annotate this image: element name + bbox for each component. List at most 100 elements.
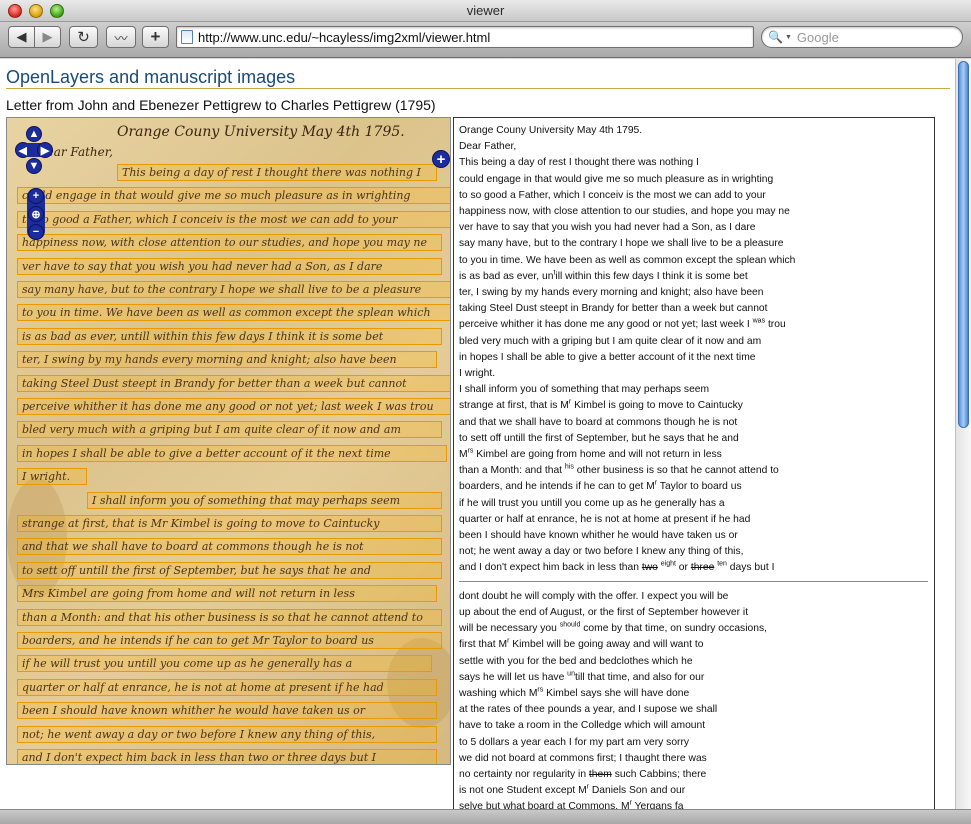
status-bar (0, 809, 971, 824)
line-text: first that M (459, 639, 508, 651)
manuscript-line[interactable]: to so good a Father, which I conceiv is … (17, 210, 450, 228)
reload-button[interactable]: ↻ (69, 26, 98, 48)
manuscript-line[interactable]: strange at first, that is Mr Kimbel is g… (17, 515, 442, 532)
manuscript-line[interactable]: not; he went away a day or two before I … (17, 725, 437, 743)
line-text: we did not board at commons first; I tha… (459, 752, 707, 764)
manuscript-line[interactable]: ter, I swing by my hands every morning a… (17, 351, 437, 369)
line-text: quarter or half at enrance, he is not at… (459, 513, 751, 525)
manuscript-line[interactable]: I wright. (17, 468, 87, 486)
line-text: in hopes I shall be able to give a bette… (459, 351, 756, 363)
deleted-text: two (641, 562, 658, 574)
page-break-divider (459, 580, 928, 582)
manuscript-line[interactable]: quarter or half at enrance, he is not at… (17, 678, 437, 696)
line-text: to 5 dollars a year each I for my part a… (459, 736, 690, 748)
vertical-scrollbar[interactable] (955, 59, 971, 809)
line-text: been I should have known whither he woul… (459, 530, 738, 542)
line-text: could engage in that would give me so mu… (459, 173, 774, 185)
zoom-world-button[interactable]: ⊕ (28, 206, 44, 222)
layer-switcher-button[interactable]: + (432, 150, 450, 168)
manuscript-line[interactable]: happiness now, with close attention to o… (17, 234, 442, 252)
scrollbar-thumb[interactable] (958, 61, 969, 428)
zoom-in-button[interactable]: + (28, 188, 44, 204)
line-text: taking Steel Dust steept in Brandy for b… (459, 303, 768, 315)
manuscript-line[interactable]: than a Month: and that his other busines… (17, 608, 442, 626)
manuscript-line[interactable]: and I don't expect him back in less than… (17, 749, 437, 764)
transcription-line: no certainty nor regularity in them such… (459, 767, 934, 783)
transcription-line: boarders, and he intends if he can to ge… (459, 479, 934, 495)
transcription-line: to you in time. We have been as well as … (459, 253, 934, 269)
transcription-line: This being a day of rest I thought there… (459, 155, 934, 171)
manuscript-line[interactable]: is as bad as ever, untill within this fe… (17, 327, 442, 345)
transcription-line: have to take a room in the Colledge whic… (459, 718, 934, 734)
pan-up-button[interactable]: ▲ (26, 126, 42, 142)
manuscript-map[interactable]: Orange Couny University May 4th 1795. De… (6, 117, 451, 765)
manuscript-line[interactable]: boarders, and he intends if he can to ge… (17, 632, 442, 649)
address-url: http://www.unc.edu/~hcayless/img2xml/vie… (198, 29, 491, 45)
line-text: days but I (726, 562, 775, 574)
manuscript-line[interactable]: I shall inform you of something that may… (87, 491, 442, 509)
back-button[interactable]: ◀ (8, 26, 35, 48)
line-text: boarders, and he intends if he can to ge… (459, 481, 655, 493)
pan-zoom-control: ▲ ◀ ▶ ▼ + ⊕ − (15, 126, 55, 240)
manuscript-line[interactable]: Mrs Kimbel are going from home and will … (17, 585, 437, 603)
search-field[interactable]: 🔍 ▼ Google (761, 26, 963, 48)
transcription-panel: Orange Couny University May 4th 1795. Dea… (453, 117, 935, 809)
transcription-line: first that Mr Kimbel will be going away … (459, 637, 934, 653)
pan-right-button[interactable]: ▶ (37, 142, 53, 158)
manuscript-line[interactable]: been I should have known whither he woul… (17, 702, 437, 720)
line-text: have to take a room in the Colledge whic… (459, 720, 706, 732)
line-text: to so good a Father, which I conceiv is … (459, 189, 766, 201)
transcription-line: strange at first, that is Mr Kimbel is g… (459, 398, 934, 414)
transcription-line: will be necessary you should come by tha… (459, 621, 934, 637)
manuscript-line[interactable]: to sett off untill the first of Septembe… (17, 561, 442, 579)
pan-down-button[interactable]: ▼ (26, 158, 42, 174)
line-text: if he will trust you untill you come up … (459, 497, 725, 509)
address-bar[interactable]: http://www.unc.edu/~hcayless/img2xml/vie… (176, 26, 754, 48)
line-text: come by that time, on sundry occasions, (580, 623, 767, 635)
zoom-in-plus-icon: + (32, 190, 40, 202)
manuscript-line[interactable]: bled very much with a griping but I am q… (17, 421, 442, 439)
line-text: perceive whither it has done me any good… (459, 319, 753, 331)
transcription-line: ter, I swing by my hands every morning a… (459, 285, 934, 301)
pan-up-arrow-icon: ▲ (28, 128, 40, 140)
line-text: Dear Father, (459, 141, 517, 153)
manuscript-line[interactable]: taking Steel Dust steept in Brandy for b… (17, 374, 450, 392)
line-text: ter, I swing by my hands every morning a… (459, 287, 764, 299)
line-text: to sett off untill the first of Septembe… (459, 432, 739, 444)
line-text: such Cabbins; there (611, 768, 707, 780)
zoom-out-button[interactable]: − (28, 224, 44, 240)
line-text: M (459, 449, 468, 461)
manuscript-line[interactable]: This being a day of rest I thought there… (117, 164, 437, 181)
manuscript-line[interactable]: ver have to say that you wish you had ne… (17, 257, 442, 275)
manuscript-line[interactable]: could engage in that would give me so mu… (17, 187, 450, 205)
transcription-line: to 5 dollars a year each I for my part a… (459, 735, 934, 751)
window-title: viewer (466, 3, 505, 18)
manuscript-line[interactable]: and that we shall have to board at commo… (17, 538, 442, 556)
line-text: no certainty nor regularity in (459, 768, 589, 780)
pan-down-arrow-icon: ▼ (28, 160, 40, 172)
transcription-line: Orange Couny University May 4th 1795. (459, 123, 934, 139)
add-bookmark-button[interactable]: + (142, 26, 169, 48)
line-text: Kimbel says she will have done (543, 687, 690, 699)
page-subtitle: Letter from John and Ebenezer Pettigrew … (6, 97, 436, 113)
transcription-line: quarter or half at enrance, he is not at… (459, 512, 934, 528)
forward-button[interactable]: ▶ (34, 26, 61, 48)
line-text: washing which M (459, 687, 538, 699)
line-text: bled very much with a griping but I am q… (459, 335, 762, 347)
snapback-button[interactable]: 〰 (106, 26, 136, 48)
line-text: is as bad as ever, un (459, 270, 554, 282)
transcription-line: in hopes I shall be able to give a bette… (459, 350, 934, 366)
zoom-out-minus-icon: − (32, 226, 40, 238)
manuscript-line[interactable]: perceive whither it has done me any good… (17, 398, 450, 415)
transcription-line: bled very much with a griping but I am q… (459, 334, 934, 350)
line-text: will be necessary you (459, 623, 560, 635)
manuscript-line[interactable]: to you in time. We have been as well as … (17, 304, 450, 322)
transcription-line: says he will let us have untill that tim… (459, 670, 934, 686)
manuscript-line[interactable]: say many have, but to the contrary I hop… (17, 281, 450, 298)
transcription-line: dont doubt he will comply with the offer… (459, 589, 934, 605)
manuscript-line[interactable]: if he will trust you untill you come up … (17, 655, 432, 673)
manuscript-line[interactable]: in hopes I shall be able to give a bette… (17, 444, 447, 462)
magnifier-icon: 🔍 (768, 30, 783, 44)
transcription-line: at the rates of thee pounds a year, and … (459, 702, 934, 718)
globe-icon: ⊕ (31, 208, 41, 221)
